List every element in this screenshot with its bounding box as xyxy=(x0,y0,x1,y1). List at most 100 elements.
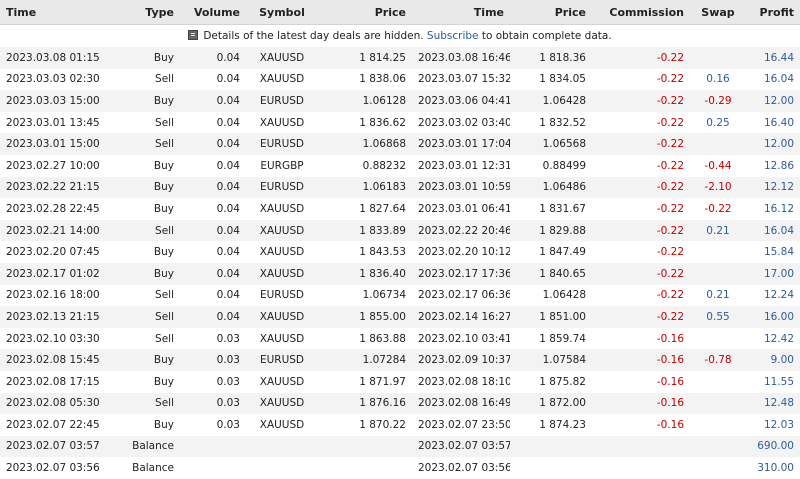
table-row[interactable]: 2023.03.03 15:00 Buy 0.04 EURUSD 1.06128 2023… xyxy=(0,90,800,112)
volume-cell: 0.03 xyxy=(216,418,240,431)
symbol-cell: EURUSD xyxy=(246,176,318,199)
profit-cell: 12.03 xyxy=(763,418,794,431)
table-row[interactable]: 2023.02.22 21:15 Buy 0.04 EURUSD 1.06183 2023… xyxy=(0,176,800,199)
close-price-cell: 1 834.05 xyxy=(539,73,586,86)
volume-cell: 0.04 xyxy=(216,116,240,129)
open-price-cell: 1 870.22 xyxy=(359,418,406,431)
open-time-cell: 2023.02.08 05:30 xyxy=(0,392,118,415)
profit-cell: 16.12 xyxy=(763,202,794,215)
type-cell: Balance xyxy=(132,462,174,475)
col-volume[interactable]: Volume xyxy=(180,0,246,25)
profit-cell: 12.00 xyxy=(746,133,800,155)
commission-cell: -0.22 xyxy=(656,289,684,302)
table-row[interactable]: 2023.02.28 22:45 Buy 0.04 XAUUSD 1 827.64 202… xyxy=(0,198,800,220)
type-cell: Buy xyxy=(118,262,180,285)
table-row[interactable]: 2023.02.07 03:57 Balance 2023.02.07 03:57 6… xyxy=(0,435,800,458)
open-price-cell: 1 814.25 xyxy=(318,47,412,69)
open-price-cell: 1.06128 xyxy=(318,90,412,112)
symbol-cell xyxy=(246,435,318,458)
commission-cell: -0.22 xyxy=(592,176,690,199)
type-cell: Sell xyxy=(118,133,180,155)
close-price-cell: 1 874.23 xyxy=(539,418,586,431)
swap-cell: 0.25 xyxy=(706,116,730,129)
volume-cell: 0.03 xyxy=(180,392,246,415)
volume-cell xyxy=(180,435,246,458)
table-row[interactable]: 2023.02.17 01:02 Buy 0.04 XAUUSD 1 836.40 202… xyxy=(0,262,800,285)
close-time-cell: 2023.02.07 03:56 xyxy=(418,462,510,475)
col-profit[interactable]: Profit xyxy=(746,0,800,25)
table-row[interactable]: 2023.03.03 02:30 Sell 0.04 XAUUSD 1 838.06 20… xyxy=(0,69,800,91)
open-time-cell: 2023.02.16 18:00 xyxy=(6,289,100,302)
table-row[interactable]: 2023.02.08 05:30 Sell 0.03 XAUUSD 1 876.16 20… xyxy=(0,392,800,415)
table-row[interactable]: 2023.02.07 03:56 Balance 2023.02.07 03:56 3… xyxy=(0,457,800,479)
col-close-price[interactable]: Price xyxy=(510,0,592,25)
hidden-deals-notice: Details of the latest day deals are hidd… xyxy=(0,24,800,47)
commission-cell: -0.16 xyxy=(592,349,690,371)
table-row[interactable]: 2023.02.10 03:30 Sell 0.03 XAUUSD 1 863.88 20… xyxy=(0,328,800,350)
volume-cell: 0.04 xyxy=(216,159,240,172)
commission-cell: -0.22 xyxy=(592,306,690,328)
table-row[interactable]: 2023.02.08 17:15 Buy 0.03 XAUUSD 1 871.97 202… xyxy=(0,371,800,393)
commission-cell xyxy=(592,435,690,458)
volume-cell xyxy=(180,457,246,479)
table-row[interactable]: 2023.03.01 13:45 Sell 0.04 XAUUSD 1 836.62 20… xyxy=(0,112,800,134)
open-price-cell: 1 863.88 xyxy=(359,332,406,345)
col-commission[interactable]: Commission xyxy=(592,0,690,25)
open-time-cell: 2023.03.03 15:00 xyxy=(0,90,118,112)
col-open-time[interactable]: Time xyxy=(0,0,118,25)
close-price-cell: 1 875.82 xyxy=(539,375,586,388)
type-cell: Sell xyxy=(118,219,180,242)
volume-cell: 0.04 xyxy=(180,90,246,112)
close-time-cell: 2023.02.07 03:57 xyxy=(412,435,510,458)
close-price-cell: 1.07584 xyxy=(510,349,592,371)
col-type[interactable]: Type xyxy=(118,0,180,25)
table-row[interactable]: 2023.02.08 15:45 Buy 0.03 EURUSD 1.07284 2023… xyxy=(0,349,800,371)
col-symbol[interactable]: Symbol xyxy=(246,0,318,25)
open-time-cell: 2023.02.13 21:15 xyxy=(0,306,118,328)
table-row[interactable]: 2023.02.20 07:45 Buy 0.04 XAUUSD 1 843.53 202… xyxy=(0,241,800,263)
close-price-cell xyxy=(510,457,592,479)
col-open-price[interactable]: Price xyxy=(318,0,412,25)
close-time-cell: 2023.02.17 06:36 xyxy=(418,289,510,302)
open-time-cell: 2023.02.10 03:30 xyxy=(6,332,100,345)
open-time-cell: 2023.02.21 14:00 xyxy=(0,219,118,242)
profit-cell: 12.00 xyxy=(746,90,800,112)
table-row[interactable]: 2023.02.16 18:00 Sell 0.04 EURUSD 1.06734 202… xyxy=(0,285,800,307)
profit-cell: 9.00 xyxy=(746,349,800,371)
type-cell: Buy xyxy=(153,418,174,431)
swap-cell xyxy=(690,262,746,285)
open-price-cell: 1 876.16 xyxy=(318,392,412,415)
commission-cell: -0.22 xyxy=(656,202,684,215)
subscribe-link[interactable]: Subscribe xyxy=(427,30,479,42)
close-price-cell: 1 859.74 xyxy=(539,332,586,345)
volume-cell: 0.03 xyxy=(180,349,246,371)
info-icon xyxy=(188,30,199,40)
open-time-cell: 2023.02.20 07:45 xyxy=(6,246,100,259)
type-cell: Buy xyxy=(118,349,180,371)
table-row[interactable]: 2023.03.01 15:00 Sell 0.04 EURUSD 1.06868 202… xyxy=(0,133,800,155)
table-row[interactable]: 2023.02.21 14:00 Sell 0.04 XAUUSD 1 833.89 20… xyxy=(0,219,800,242)
table-row[interactable]: 2023.02.13 21:15 Sell 0.04 XAUUSD 1 855.00 20… xyxy=(0,306,800,328)
type-cell: Buy xyxy=(153,202,174,215)
commission-cell: -0.22 xyxy=(592,90,690,112)
table-row[interactable]: 2023.03.08 01:15 Buy 0.04 XAUUSD 1 814.25 202… xyxy=(0,47,800,69)
header-row: Time Type Volume Symbol Price Time Price… xyxy=(0,0,800,25)
notice-text-after: to obtain complete data. xyxy=(481,30,612,42)
close-time-cell: 2023.02.17 17:36 xyxy=(412,262,510,285)
commission-cell: -0.16 xyxy=(592,392,690,415)
volume-cell: 0.04 xyxy=(180,219,246,242)
close-price-cell: 1 831.67 xyxy=(539,202,586,215)
table-row[interactable]: 2023.02.07 22:45 Buy 0.03 XAUUSD 1 870.22 202… xyxy=(0,414,800,436)
symbol-cell: XAUUSD xyxy=(259,375,305,388)
col-swap[interactable]: Swap xyxy=(690,0,746,25)
table-row[interactable]: 2023.02.27 10:00 Buy 0.04 EURGBP 0.88232 2023… xyxy=(0,155,800,177)
volume-cell: 0.03 xyxy=(216,332,240,345)
profit-cell: 16.40 xyxy=(763,116,794,129)
type-cell: Buy xyxy=(153,246,174,259)
close-time-cell: 2023.02.08 16:49 xyxy=(412,392,510,415)
open-price-cell: 1.06868 xyxy=(318,133,412,155)
close-time-cell: 2023.03.06 04:41 xyxy=(412,90,510,112)
col-close-time[interactable]: Time xyxy=(412,0,510,25)
close-price-cell: 1 832.52 xyxy=(539,116,586,129)
open-time-cell: 2023.03.03 02:30 xyxy=(6,73,100,86)
